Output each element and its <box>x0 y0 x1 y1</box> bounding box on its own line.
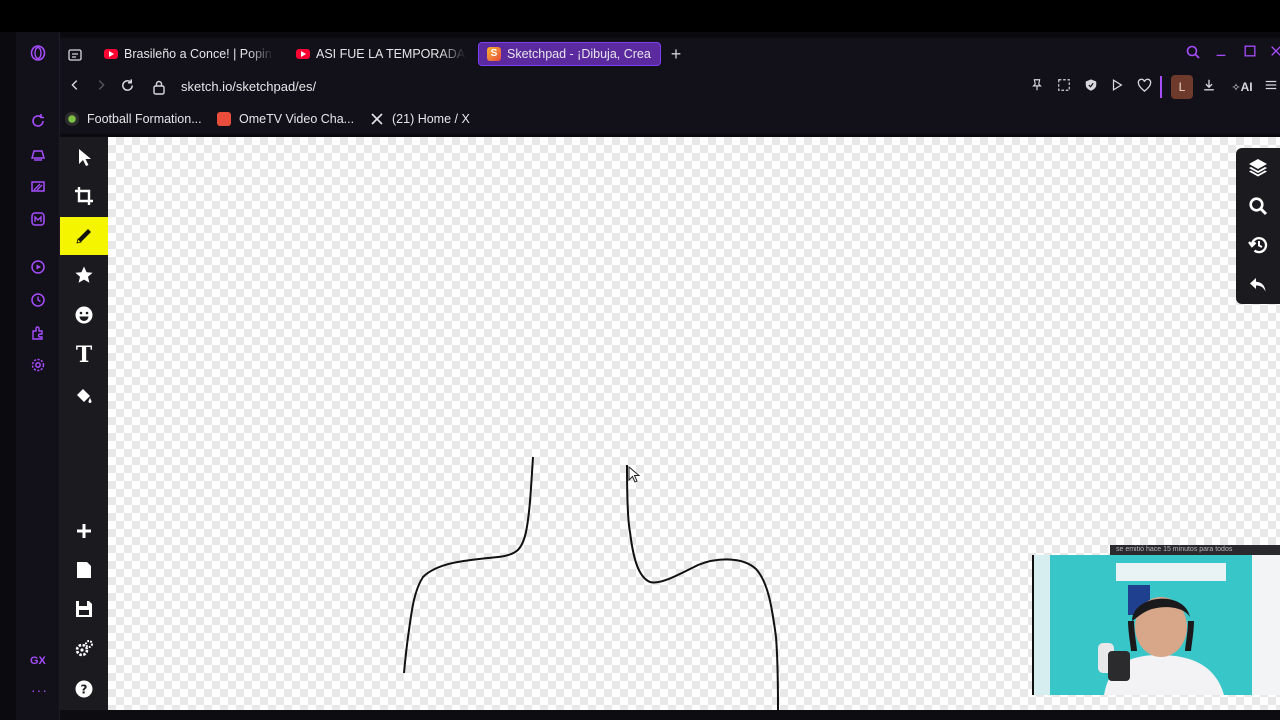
layers-icon <box>1249 159 1267 177</box>
opera-logo-icon[interactable] <box>16 40 60 66</box>
tab-asi-fue[interactable]: ASI FUE LA TEMPORADA <box>288 42 466 66</box>
browser-sidebar <box>16 32 60 720</box>
ai-sparkle-icon: ✧ <box>1231 82 1241 94</box>
bookmark-label: Football Formation... <box>87 112 202 126</box>
history-button[interactable] <box>1236 226 1280 264</box>
play-icon[interactable] <box>1108 78 1126 96</box>
lock-icon[interactable] <box>152 79 166 95</box>
ai-button[interactable]: ✧AI <box>1226 78 1258 96</box>
search-tabs-icon[interactable] <box>1183 44 1203 64</box>
file-icon <box>77 562 91 578</box>
help-button[interactable]: ? <box>60 670 108 708</box>
tab-sketchpad[interactable]: S Sketchpad - ¡Dibuja, Crea <box>478 42 661 66</box>
layers-button[interactable] <box>1236 148 1280 186</box>
zoom-button[interactable] <box>1236 187 1280 225</box>
twitch-icon[interactable] <box>16 174 60 200</box>
close-icon[interactable] <box>1266 44 1280 64</box>
mouse-cursor-icon <box>628 465 642 484</box>
webcam-overlay <box>1032 555 1280 695</box>
settings-icon[interactable] <box>16 352 60 378</box>
bookmark-football[interactable]: Football Formation... <box>65 112 202 126</box>
maximize-icon[interactable] <box>1240 44 1260 64</box>
screen: GX ··· Brasileño a Conce! | Popin ASI FU… <box>0 0 1280 720</box>
emoji-icon <box>75 306 93 324</box>
reload-button[interactable] <box>118 78 136 96</box>
refresh-circle-icon[interactable] <box>16 108 60 134</box>
youtube-icon <box>104 49 118 59</box>
star-icon <box>75 266 93 283</box>
gears-icon <box>75 640 93 657</box>
crop-icon <box>75 187 93 205</box>
heart-icon[interactable] <box>1135 78 1153 96</box>
snapshot-icon[interactable] <box>1055 78 1073 96</box>
stamp-tool[interactable] <box>60 256 108 294</box>
undo-icon <box>1250 278 1266 292</box>
tab-brasileno[interactable]: Brasileño a Conce! | Popin <box>96 42 274 66</box>
player-icon[interactable] <box>16 254 60 280</box>
tab-menu-icon[interactable] <box>66 42 84 68</box>
bookmark-label: OmeTV Video Cha... <box>239 112 355 126</box>
menu-icon[interactable] <box>1262 78 1280 96</box>
open-button[interactable] <box>60 551 108 589</box>
pencil-tool[interactable] <box>60 217 108 255</box>
pencil-icon <box>76 229 91 244</box>
youtube-icon <box>296 49 310 59</box>
bookmark-ometv[interactable]: OmeTV Video Cha... <box>217 112 354 126</box>
back-button[interactable] <box>66 78 84 96</box>
pin-icon[interactable] <box>1028 78 1046 96</box>
tab-fade <box>248 42 274 66</box>
emoji-tool[interactable] <box>60 296 108 334</box>
webcam-notification: se emitió hace 15 minutos para todos <box>1110 545 1280 555</box>
tab-title: Sketchpad - ¡Dibuja, Crea <box>507 47 651 61</box>
crop-tool[interactable] <box>60 177 108 215</box>
fill-tool[interactable] <box>60 376 108 414</box>
plus-icon <box>77 524 91 538</box>
ometv-icon <box>217 112 231 126</box>
messenger-icon[interactable] <box>16 206 60 232</box>
football-icon <box>65 112 79 126</box>
history-icon[interactable] <box>16 287 60 313</box>
canvas-scrollbar[interactable] <box>60 710 1280 720</box>
text-tool[interactable]: T <box>60 336 108 374</box>
download-icon[interactable] <box>1200 78 1218 96</box>
toolbar-divider <box>1160 76 1162 98</box>
profile-avatar[interactable]: L <box>1171 75 1193 99</box>
settings-button[interactable] <box>60 630 108 668</box>
bookmark-label: (21) Home / X <box>392 112 470 126</box>
new-tab-button[interactable]: + <box>668 45 684 63</box>
minimize-icon[interactable] <box>1211 44 1231 64</box>
help-icon: ? <box>75 680 93 698</box>
sidebar-more-icon[interactable]: ··· <box>31 682 48 698</box>
search-icon <box>1249 197 1268 216</box>
save-icon <box>76 601 92 617</box>
svg-text:?: ? <box>81 683 88 697</box>
webcam-person-image <box>1034 555 1280 695</box>
forward-button[interactable] <box>92 78 110 96</box>
screen-top-border <box>0 0 1280 32</box>
shield-icon[interactable] <box>1082 78 1100 96</box>
controller-icon[interactable] <box>16 142 60 168</box>
sketchpad-icon: S <box>487 47 501 61</box>
tab-fade <box>440 42 466 66</box>
undo-button[interactable] <box>1236 266 1280 304</box>
save-button[interactable] <box>60 590 108 628</box>
x-icon <box>370 112 384 126</box>
fill-bucket-icon <box>77 389 92 403</box>
add-button[interactable] <box>60 512 108 550</box>
select-tool[interactable] <box>60 138 108 176</box>
bookmark-x[interactable]: (21) Home / X <box>370 112 470 126</box>
history-icon <box>1248 237 1268 254</box>
pointer-icon <box>79 149 91 166</box>
ai-label: AI <box>1240 80 1253 94</box>
gx-label[interactable]: GX <box>30 655 46 667</box>
extensions-icon[interactable] <box>16 320 60 346</box>
url-input[interactable]: sketch.io/sketchpad/es/ <box>181 79 316 94</box>
